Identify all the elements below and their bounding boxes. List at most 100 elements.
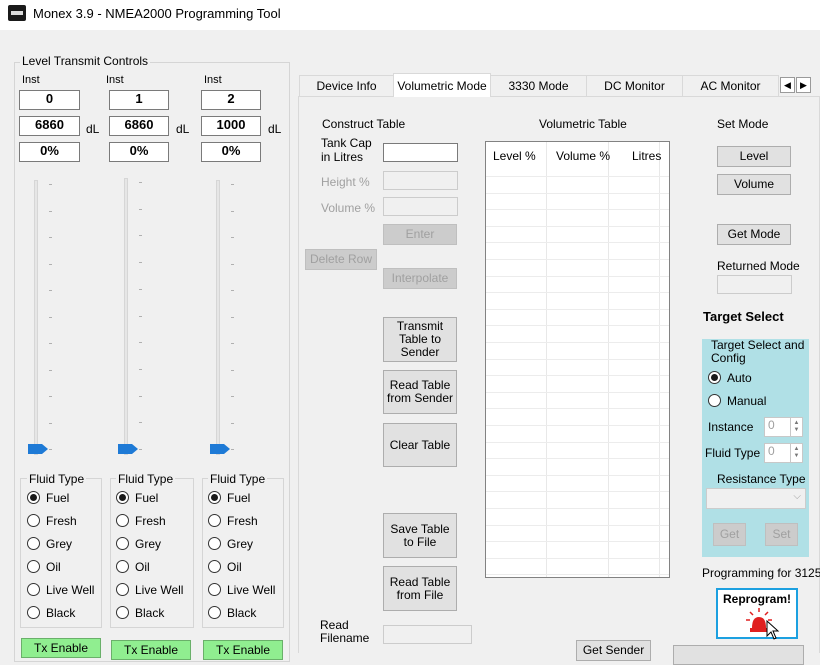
grid-row-line — [486, 292, 669, 293]
fluid-radio-oil[interactable] — [208, 560, 221, 573]
spinner-arrows-icon[interactable]: ▲ ▼ — [790, 444, 802, 462]
clear-table-button[interactable]: Clear Table — [383, 423, 457, 467]
fluid-radio-fresh[interactable] — [208, 514, 221, 527]
percent-field[interactable]: 0% — [201, 142, 261, 162]
fluid-radio-fuel[interactable] — [116, 491, 129, 504]
fluid-radio-label[interactable]: Grey — [135, 537, 161, 551]
tab-ac-monitor[interactable]: AC Monitor — [682, 75, 779, 96]
transmit-table-button[interactable]: Transmit Table to Sender — [383, 317, 457, 362]
auto-radio[interactable] — [708, 371, 721, 384]
fluid-radio-label[interactable]: Live Well — [227, 583, 275, 597]
fluid-type-spinner[interactable]: 0 ▲ ▼ — [764, 443, 803, 463]
fluid-radio-live-well[interactable] — [208, 583, 221, 596]
fluid-radio-label[interactable]: Fuel — [227, 491, 250, 505]
resistance-type-select[interactable]: ⌵ — [706, 488, 806, 509]
fluid-radio-label[interactable]: Black — [46, 606, 75, 620]
level-slider[interactable] — [204, 180, 244, 460]
slider-ticks — [139, 178, 142, 455]
fluid-radio-label[interactable]: Fuel — [46, 491, 69, 505]
column-header-litres[interactable]: Litres — [632, 149, 661, 163]
slider-tick — [231, 264, 234, 265]
fluid-radio-fresh[interactable] — [116, 514, 129, 527]
tab-device-info[interactable]: Device Info — [299, 75, 394, 96]
fluid-radio-label[interactable]: Grey — [227, 537, 253, 551]
tab-scroll-left-icon[interactable]: ◀ — [780, 77, 795, 93]
spinner-arrows-icon[interactable]: ▲ ▼ — [790, 418, 802, 436]
fluid-radio-label[interactable]: Black — [135, 606, 164, 620]
reprogram-button[interactable]: Reprogram! — [716, 588, 798, 640]
get-button[interactable]: Get — [713, 523, 746, 546]
slider-tick — [139, 289, 142, 290]
percent-field[interactable]: 0% — [109, 142, 169, 162]
fluid-radio-label[interactable]: Black — [227, 606, 256, 620]
read-filename-input[interactable] — [383, 625, 472, 644]
get-sender-button[interactable]: Get Sender — [576, 640, 651, 661]
fluid-radio-grey[interactable] — [27, 537, 40, 550]
fluid-radio-fuel[interactable] — [27, 491, 40, 504]
level-slider[interactable] — [22, 180, 62, 460]
bottom-right-button[interactable] — [673, 645, 804, 665]
fluid-radio-live-well[interactable] — [116, 583, 129, 596]
dl-value-field[interactable]: 1000 — [201, 116, 261, 136]
fluid-radio-black[interactable] — [116, 606, 129, 619]
fluid-radio-black[interactable] — [27, 606, 40, 619]
fluid-radio-oil[interactable] — [116, 560, 129, 573]
dl-value-field[interactable]: 6860 — [109, 116, 169, 136]
tab-3330-mode[interactable]: 3330 Mode — [490, 75, 587, 96]
instance-spinner[interactable]: 0 ▲ ▼ — [764, 417, 803, 437]
tab-scroll-right-icon[interactable]: ▶ — [796, 77, 811, 93]
fluid-radio-live-well[interactable] — [27, 583, 40, 596]
tank-cap-input[interactable] — [383, 143, 458, 162]
volumetric-table[interactable]: Level % Volume % Litres — [485, 141, 670, 578]
fluid-radio-label[interactable]: Oil — [227, 560, 242, 574]
delete-row-button[interactable]: Delete Row — [305, 249, 377, 270]
fluid-radio-label[interactable]: Grey — [46, 537, 72, 551]
fluid-radio-black[interactable] — [208, 606, 221, 619]
save-table-file-button[interactable]: Save Table to File — [383, 513, 457, 558]
tx-enable-button[interactable]: Tx Enable — [21, 638, 101, 658]
inst-field[interactable]: 2 — [201, 90, 261, 110]
volume-mode-button[interactable]: Volume — [717, 174, 791, 195]
inst-field[interactable]: 0 — [19, 90, 80, 110]
fluid-radio-fuel[interactable] — [208, 491, 221, 504]
fluid-radio-fresh[interactable] — [27, 514, 40, 527]
fluid-radio-label[interactable]: Oil — [135, 560, 150, 574]
level-mode-button[interactable]: Level — [717, 146, 791, 167]
fluid-radio-oil[interactable] — [27, 560, 40, 573]
column-header-volume[interactable]: Volume % — [556, 149, 610, 163]
set-button[interactable]: Set — [765, 523, 798, 546]
fluid-radio-label[interactable]: Fresh — [135, 514, 166, 528]
percent-field[interactable]: 0% — [19, 142, 80, 162]
slider-thumb[interactable] — [28, 444, 48, 454]
read-table-file-button[interactable]: Read Table from File — [383, 566, 457, 611]
fluid-radio-grey[interactable] — [208, 537, 221, 550]
read-table-sender-button[interactable]: Read Table from Sender — [383, 370, 457, 414]
fluid-radio-label[interactable]: Live Well — [46, 583, 94, 597]
fluid-radio-label[interactable]: Fresh — [227, 514, 258, 528]
tab-volumetric-mode[interactable]: Volumetric Mode — [393, 73, 491, 97]
fluid-radio-label[interactable]: Fresh — [46, 514, 77, 528]
dl-unit-label: dL — [268, 122, 282, 136]
interpolate-button[interactable]: Interpolate — [383, 268, 457, 289]
inst-field[interactable]: 1 — [109, 90, 169, 110]
auto-label[interactable]: Auto — [727, 371, 752, 385]
tx-enable-button[interactable]: Tx Enable — [203, 640, 283, 660]
slider-thumb[interactable] — [118, 444, 138, 454]
manual-radio[interactable] — [708, 394, 721, 407]
slider-tick — [49, 211, 52, 212]
manual-label[interactable]: Manual — [727, 394, 766, 408]
tx-enable-button[interactable]: Tx Enable — [111, 640, 191, 660]
fluid-radio-label[interactable]: Oil — [46, 560, 61, 574]
level-slider[interactable] — [112, 178, 152, 460]
slider-tick — [139, 235, 142, 236]
column-header-level[interactable]: Level % — [493, 149, 536, 163]
dl-value-field[interactable]: 6860 — [19, 116, 80, 136]
get-mode-button[interactable]: Get Mode — [717, 224, 791, 245]
fluid-radio-label[interactable]: Live Well — [135, 583, 183, 597]
slider-thumb[interactable] — [210, 444, 230, 454]
construct-table-title: Construct Table — [322, 117, 406, 131]
fluid-radio-grey[interactable] — [116, 537, 129, 550]
fluid-radio-label[interactable]: Fuel — [135, 491, 158, 505]
enter-button[interactable]: Enter — [383, 224, 457, 245]
tab-dc-monitor[interactable]: DC Monitor — [586, 75, 683, 96]
